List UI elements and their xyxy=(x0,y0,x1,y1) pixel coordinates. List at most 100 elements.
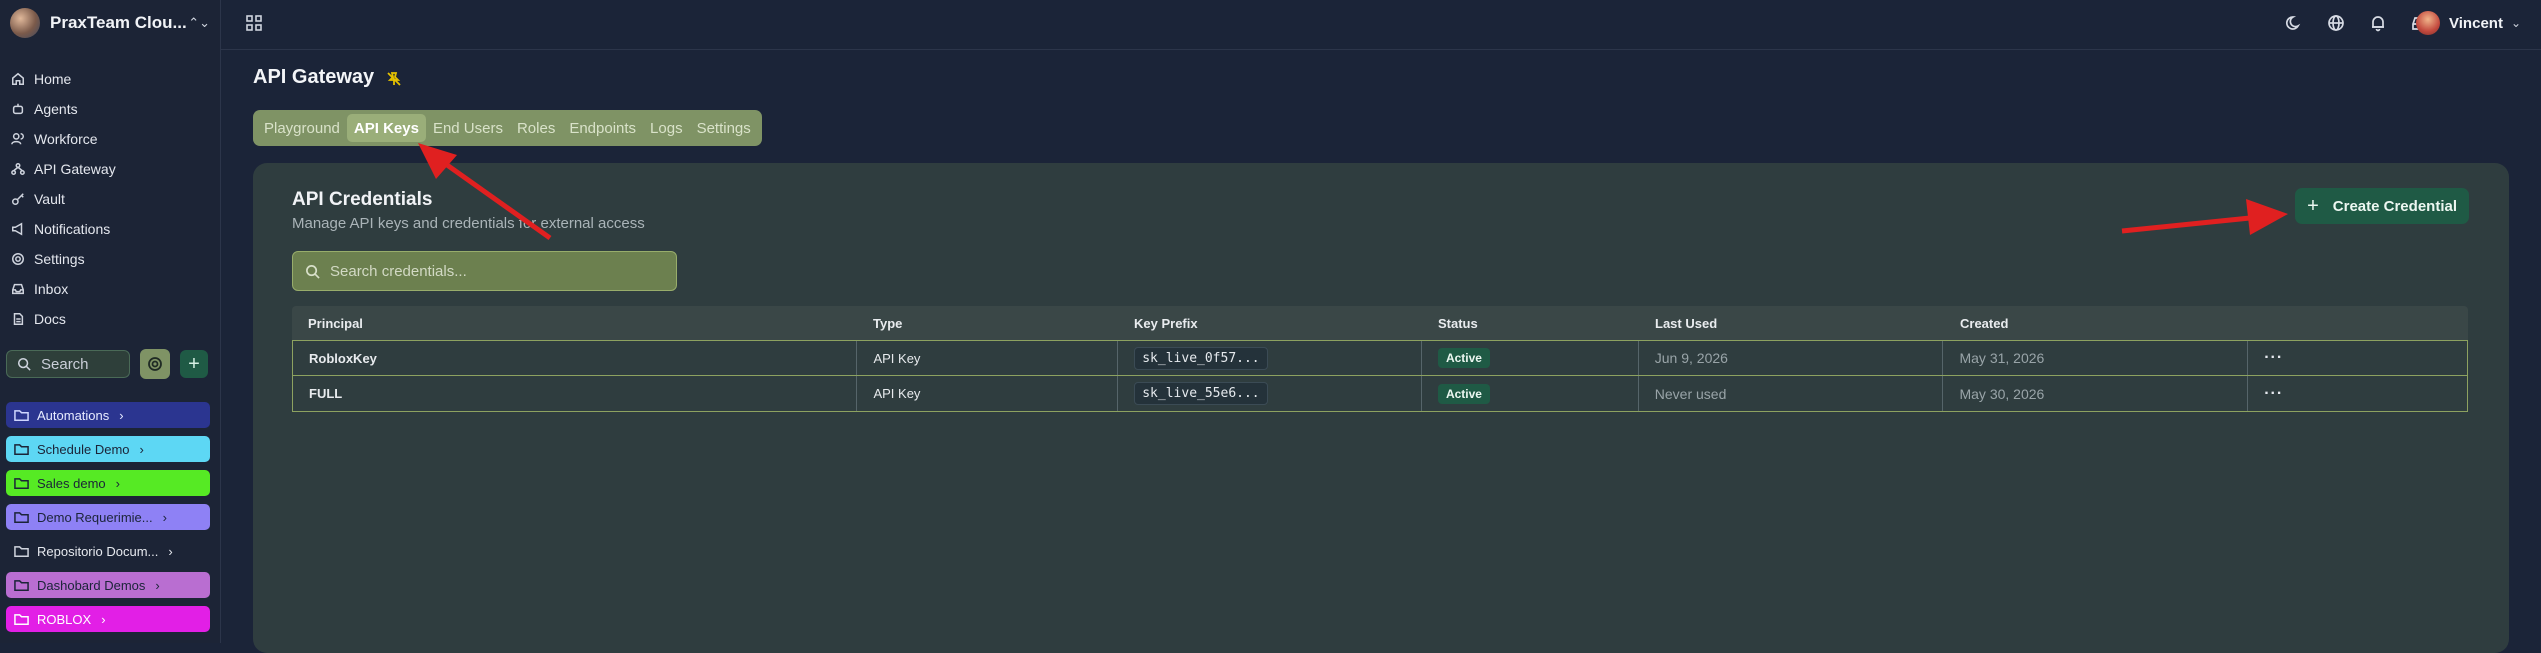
more-icon[interactable]: ··· xyxy=(2264,349,2283,367)
globe-icon[interactable] xyxy=(2325,12,2347,34)
chevron-right-icon: › xyxy=(155,577,160,593)
cell-created: May 30, 2026 xyxy=(1943,376,2249,411)
folder-icon xyxy=(14,511,29,523)
chevron-down-icon: ⌄ xyxy=(2510,16,2521,30)
sidebar-item-inbox[interactable]: Inbox xyxy=(0,274,220,304)
tab-endpoints[interactable]: Endpoints xyxy=(562,114,643,142)
cell-principal: FULL xyxy=(293,376,858,411)
key-icon xyxy=(10,191,26,207)
apps-grid-icon[interactable] xyxy=(245,14,263,32)
search-placeholder: Search xyxy=(41,355,89,373)
gear-icon xyxy=(148,357,162,371)
unpin-icon[interactable] xyxy=(386,70,402,86)
sidebar-item-label: Vault xyxy=(34,191,65,207)
card-title: API Credentials xyxy=(292,189,433,210)
sidebar-settings-button[interactable] xyxy=(140,349,170,379)
cell-last-used: Jun 9, 2026 xyxy=(1639,341,1944,375)
table-row[interactable]: FULL API Key sk_live_55e6... Active Neve… xyxy=(292,376,2468,412)
search-placeholder: Search credentials... xyxy=(330,262,467,280)
gateway-icon xyxy=(10,161,26,177)
tab-settings[interactable]: Settings xyxy=(690,114,758,142)
sidebar-item-agents[interactable]: Agents xyxy=(0,94,220,124)
column-header-status[interactable]: Status xyxy=(1422,316,1639,331)
sidebar-item-label: API Gateway xyxy=(34,161,116,177)
sidebar-item-workforce[interactable]: Workforce xyxy=(0,124,220,154)
sidebar-item-label: Agents xyxy=(34,101,78,117)
column-header-created[interactable]: Created xyxy=(1944,316,2249,331)
folder-icon xyxy=(14,443,29,455)
cell-key-prefix: sk_live_0f57... xyxy=(1118,341,1422,375)
bell-icon[interactable] xyxy=(2367,12,2389,34)
home-icon xyxy=(10,71,26,87)
more-icon[interactable]: ··· xyxy=(2264,385,2283,403)
column-header-type[interactable]: Type xyxy=(857,316,1118,331)
sidebar-item-home[interactable]: Home xyxy=(0,64,220,94)
column-header-principal[interactable]: Principal xyxy=(292,316,857,331)
create-credential-button[interactable]: + Create Credential xyxy=(2295,188,2469,224)
add-folder-button[interactable]: + xyxy=(180,350,208,378)
page-title-text: API Gateway xyxy=(253,66,375,88)
table-header: Principal Type Key Prefix Status Last Us… xyxy=(292,306,2468,340)
topbar: Vincent ⌄ xyxy=(221,0,2541,50)
folder-schedule-demo[interactable]: Schedule Demo › xyxy=(6,436,210,462)
folder-sales-demo[interactable]: Sales demo › xyxy=(6,470,210,496)
workspace-name: PraxTeam Clou... xyxy=(50,13,187,32)
folder-icon xyxy=(14,477,29,489)
sidebar-item-vault[interactable]: Vault xyxy=(0,184,220,214)
sidebar-item-settings[interactable]: Settings xyxy=(0,244,220,274)
megaphone-icon xyxy=(10,221,26,237)
column-header-key-prefix[interactable]: Key Prefix xyxy=(1118,316,1422,331)
topbar-actions xyxy=(2263,12,2431,34)
cell-actions: ··· xyxy=(2248,341,2467,375)
folder-list: Automations › Schedule Demo › Sales demo › … xyxy=(6,402,210,640)
sidebar-nav: Home Agents Workforce API Gateway Vault … xyxy=(0,64,220,334)
chevron-right-icon: › xyxy=(115,475,120,491)
folder-label: Sales demo xyxy=(37,475,106,491)
tab-roles[interactable]: Roles xyxy=(510,114,562,142)
folder-dashobard-demos[interactable]: Dashobard Demos › xyxy=(6,572,210,598)
status-badge: Active xyxy=(1437,383,1490,404)
cell-status: Active xyxy=(1422,341,1639,375)
moon-icon[interactable] xyxy=(2283,12,2305,34)
chevron-updown-icon: ⌃⌄ xyxy=(188,15,210,30)
chevron-right-icon: › xyxy=(101,611,106,627)
key-prefix-chip: sk_live_0f57... xyxy=(1134,346,1268,370)
folder-label: Repositorio Docum... xyxy=(37,543,159,559)
sidebar-item-api-gateway[interactable]: API Gateway xyxy=(0,154,220,184)
folder-label: Demo Requerimie... xyxy=(37,509,153,525)
inbox-icon xyxy=(10,281,26,297)
sidebar: PraxTeam Clou... ⌃⌄ Home Agents Workforc… xyxy=(0,0,221,643)
credentials-search-input[interactable]: Search credentials... xyxy=(292,251,677,291)
workspace-switcher[interactable]: PraxTeam Clou... ⌃⌄ xyxy=(10,8,210,38)
credentials-table: Principal Type Key Prefix Status Last Us… xyxy=(292,306,2468,412)
type-label: API Key xyxy=(873,350,921,366)
users-icon xyxy=(10,131,26,147)
folder-roblox[interactable]: ROBLOX › xyxy=(6,606,210,632)
column-header-last-used[interactable]: Last Used xyxy=(1639,316,1944,331)
sidebar-item-docs[interactable]: Docs xyxy=(0,304,220,334)
tab-logs[interactable]: Logs xyxy=(643,114,690,142)
tab-end-users[interactable]: End Users xyxy=(426,114,510,142)
tab-api-keys[interactable]: API Keys xyxy=(346,114,426,142)
sidebar-item-label: Workforce xyxy=(34,131,98,147)
cell-actions: ··· xyxy=(2248,376,2467,411)
status-badge: Active xyxy=(1437,348,1490,368)
cell-key-prefix: sk_live_55e6... xyxy=(1118,376,1422,411)
table-row[interactable]: RobloxKey API Key sk_live_0f57... Active… xyxy=(292,340,2468,376)
card-subtitle: Manage API keys and credentials for exte… xyxy=(292,215,645,232)
tab-playground[interactable]: Playground xyxy=(257,114,347,142)
folder-icon xyxy=(14,409,29,421)
folder-demo-requerimientos[interactable]: Demo Requerimie... › xyxy=(6,504,210,530)
folder-automations[interactable]: Automations › xyxy=(6,402,210,428)
key-prefix-chip: sk_live_55e6... xyxy=(1134,382,1268,405)
cell-status: Active xyxy=(1422,376,1639,411)
doc-icon xyxy=(10,311,26,327)
sidebar-search-input[interactable]: Search xyxy=(6,350,130,378)
user-menu[interactable]: Vincent ⌄ xyxy=(2416,9,2521,37)
plus-icon: + xyxy=(2307,194,2319,217)
cell-created: May 31, 2026 xyxy=(1943,341,2249,375)
sidebar-item-label: Home xyxy=(34,71,72,87)
folder-icon xyxy=(14,545,29,557)
folder-repositorio[interactable]: Repositorio Docum... › xyxy=(6,538,210,564)
sidebar-item-notifications[interactable]: Notifications xyxy=(0,214,220,244)
